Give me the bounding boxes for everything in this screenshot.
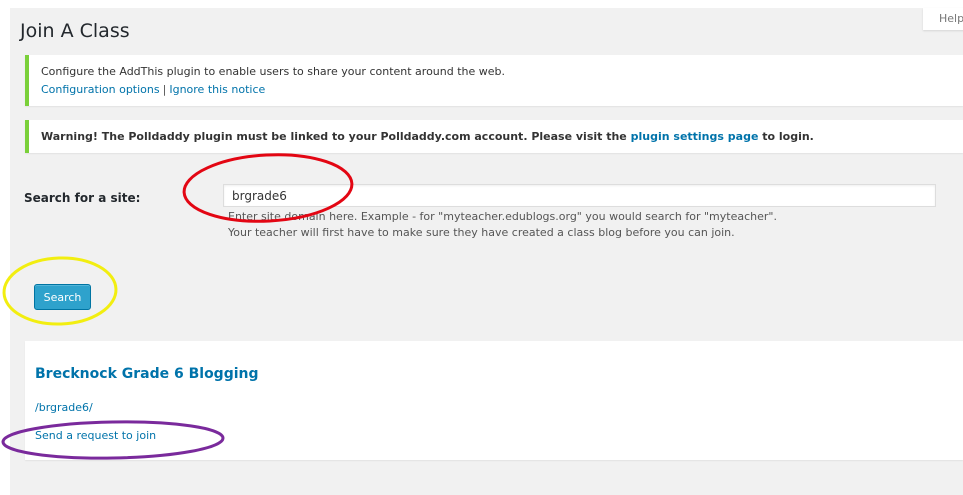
send-request-link[interactable]: Send a request to join bbox=[35, 429, 156, 442]
result-site-title[interactable]: Brecknock Grade 6 Blogging bbox=[35, 366, 259, 382]
polldaddy-warning-suffix: to login. bbox=[758, 130, 814, 143]
addthis-notice-message: Configure the AddThis plugin to enable u… bbox=[41, 65, 506, 78]
screenshot: Help▼ Join A Class Configure the AddThis… bbox=[0, 0, 963, 495]
polldaddy-notice: Warning! The Polldaddy plugin must be li… bbox=[25, 120, 963, 153]
polldaddy-notice-message: Warning! The Polldaddy plugin must be li… bbox=[41, 130, 814, 143]
polldaddy-warning-text: Warning! The Polldaddy plugin must be li… bbox=[41, 130, 631, 143]
addthis-notice: Configure the AddThis plugin to enable u… bbox=[25, 55, 963, 106]
search-hint: Enter site domain here. Example - for "m… bbox=[228, 209, 777, 241]
search-button[interactable]: Search bbox=[34, 284, 91, 310]
admin-page: Help▼ Join A Class Configure the AddThis… bbox=[10, 8, 963, 495]
ignore-notice-link[interactable]: Ignore this notice bbox=[169, 83, 265, 96]
addthis-notice-links: Configuration options | Ignore this notice bbox=[41, 83, 265, 96]
search-hint-line1: Enter site domain here. Example - for "m… bbox=[228, 210, 777, 223]
search-hint-line2: Your teacher will first have to make sur… bbox=[228, 226, 735, 239]
configuration-options-link[interactable]: Configuration options bbox=[41, 83, 160, 96]
site-search-input[interactable] bbox=[223, 184, 936, 207]
result-site-path[interactable]: /brgrade6/ bbox=[35, 401, 93, 414]
search-result-card: Brecknock Grade 6 Blogging /brgrade6/ Se… bbox=[25, 341, 963, 460]
help-tab[interactable]: Help▼ bbox=[923, 8, 963, 30]
link-separator: | bbox=[162, 83, 167, 96]
search-label: Search for a site: bbox=[24, 191, 141, 205]
page-title: Join A Class bbox=[20, 20, 130, 42]
plugin-settings-link[interactable]: plugin settings page bbox=[631, 130, 759, 143]
help-label: Help bbox=[939, 12, 963, 25]
